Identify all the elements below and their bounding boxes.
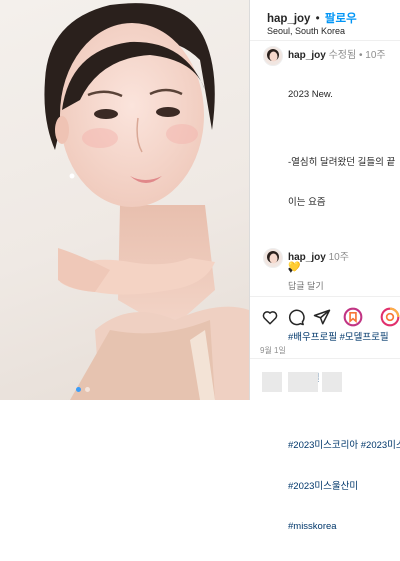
hashtag-line[interactable]: #배우프로필 #모델프로필 <box>288 331 400 345</box>
caption-age[interactable]: 10주 <box>365 50 385 61</box>
comment-icon[interactable] <box>285 306 307 328</box>
post-date: 9월 1일 <box>260 346 286 355</box>
header-username[interactable]: hap_joy <box>267 13 310 25</box>
placeholder-icon <box>322 372 342 392</box>
carousel-dot[interactable] <box>85 387 90 392</box>
caption-line: -열심히 달려왔던 길들의 끝 <box>288 156 396 168</box>
save-icon[interactable] <box>342 306 364 328</box>
placeholder-avatar <box>262 372 282 392</box>
caption-separator: • <box>358 50 363 61</box>
post-photo[interactable] <box>0 0 249 400</box>
reply-button[interactable]: 답글 달기 <box>288 279 324 292</box>
comment-age[interactable]: 10주 <box>329 252 349 263</box>
share-icon[interactable] <box>311 306 333 328</box>
comment-divider <box>250 358 400 359</box>
comment-avatar[interactable] <box>263 248 283 268</box>
portrait-image <box>44 3 249 400</box>
caption-username[interactable]: hap_joy <box>288 50 326 61</box>
avatar-image <box>267 49 279 62</box>
avatar-image <box>267 251 279 264</box>
post-sidebar: hap_joy • 팔로우 Seoul, South Korea hap_joy… <box>249 0 400 532</box>
actions-divider <box>250 296 400 297</box>
comment-text: 💛 <box>288 262 301 273</box>
header-user-line: hap_joy • 팔로우 <box>267 10 357 26</box>
comment-meta: hap_joy 10주 <box>288 248 349 263</box>
edited-label: 수정됨 <box>328 50 357 61</box>
placeholder-text <box>288 372 318 392</box>
carousel-dots[interactable] <box>76 387 90 392</box>
avatar[interactable] <box>263 46 283 66</box>
carousel-dot-active[interactable] <box>76 387 81 392</box>
emoji-icon[interactable] <box>379 306 400 328</box>
caption-line: 2023 New. <box>288 89 333 100</box>
caption-line: ♥ <box>288 264 294 276</box>
caption-line: 이는 요즘 <box>288 197 326 208</box>
post-header: hap_joy • 팔로우 Seoul, South Korea <box>258 6 400 38</box>
follow-button[interactable]: 팔로우 <box>325 13 357 25</box>
hashtag-line[interactable]: #2023미스코리아 #2023미스 <box>288 439 400 453</box>
header-divider <box>250 40 400 41</box>
caption-meta: hap_joy 수정됨 • 10주 <box>288 46 386 61</box>
hashtag-line[interactable]: #misskorea <box>288 520 400 534</box>
action-bar <box>259 306 400 328</box>
hashtag-line[interactable]: #2023미스울산미 <box>288 480 400 494</box>
header-separator: • <box>315 13 320 25</box>
location-link[interactable]: Seoul, South Korea <box>267 26 345 36</box>
heart-icon[interactable] <box>259 306 281 328</box>
